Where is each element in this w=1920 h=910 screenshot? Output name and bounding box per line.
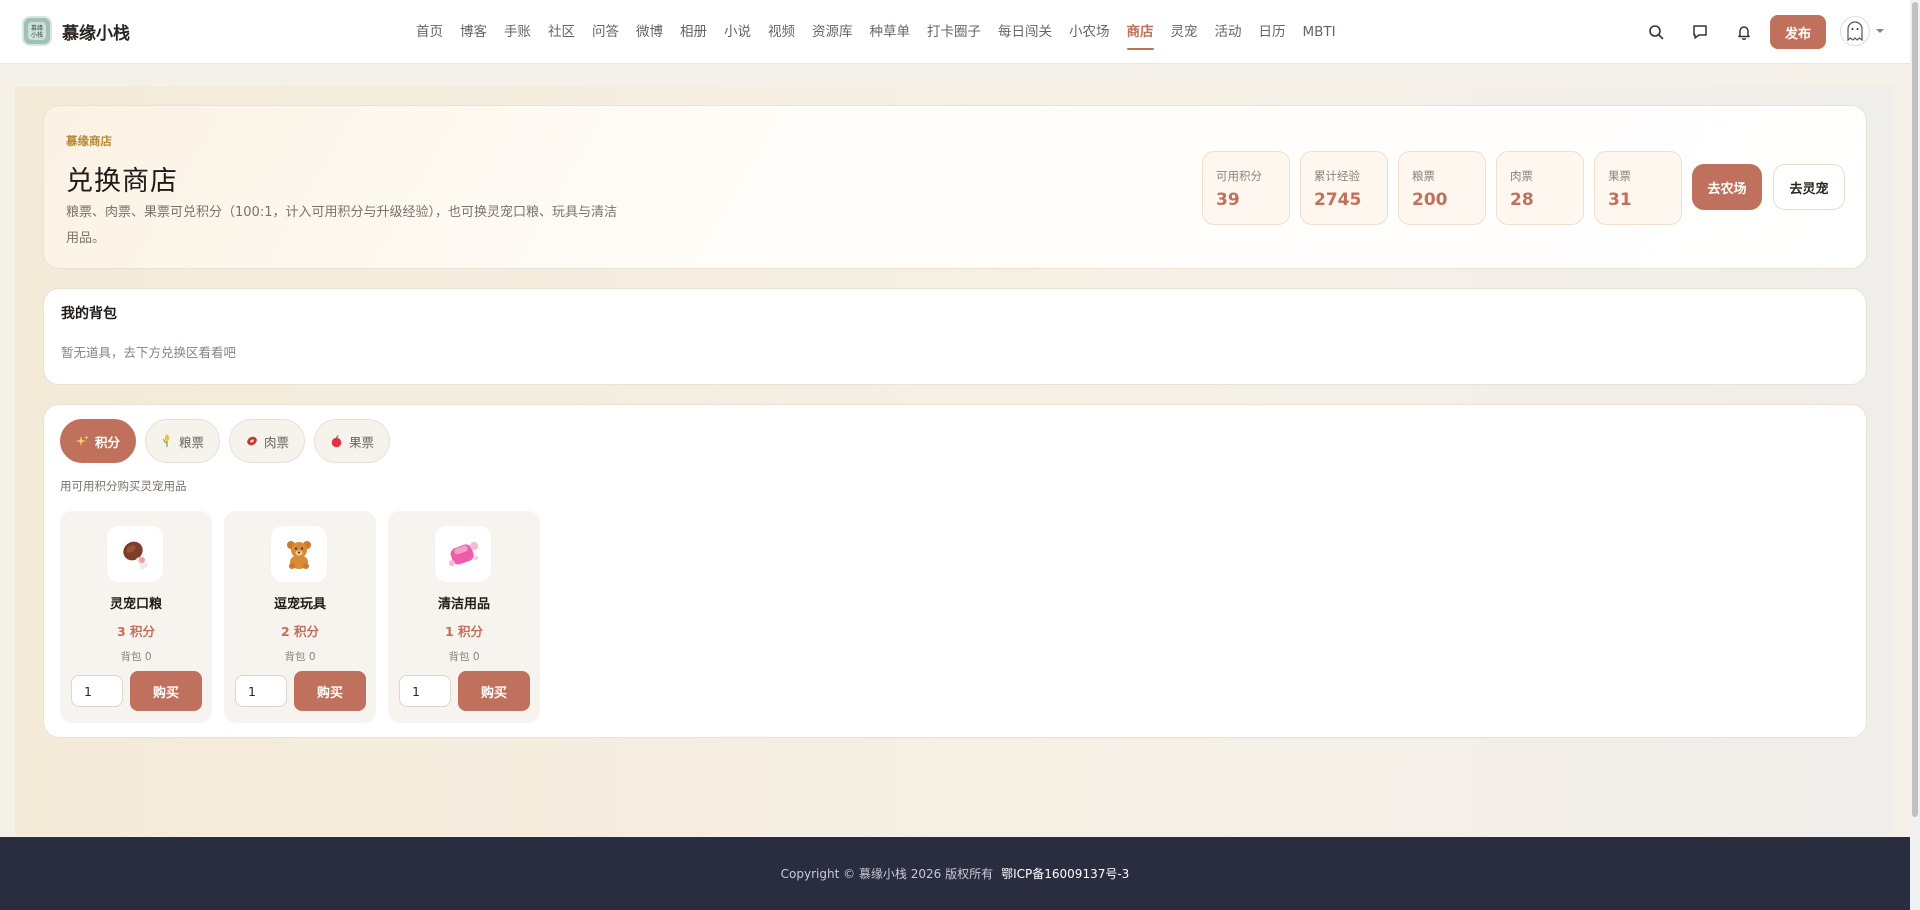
stat-label: 肉票: [1510, 169, 1533, 183]
meat-drumstick-icon: [107, 526, 163, 582]
publish-button[interactable]: 发布: [1770, 15, 1826, 49]
search-icon[interactable]: [1644, 20, 1668, 44]
shop-item-pet-toy: 逗宠玩具 2 积分 背包 0 购买: [224, 511, 376, 723]
tab-label: 果票: [349, 434, 375, 450]
buy-button[interactable]: 购买: [294, 671, 366, 711]
nav-item-blog[interactable]: 博客: [460, 0, 487, 64]
stat-value: 39: [1216, 190, 1240, 210]
item-price: 2 积分: [280, 624, 320, 639]
shop-hint: 用可用积分购买灵宠用品: [60, 479, 187, 493]
nav-item-album[interactable]: 相册: [680, 0, 707, 64]
item-bag-count: 背包 0: [448, 651, 480, 663]
go-farm-button[interactable]: 去农场: [1692, 164, 1762, 210]
svg-text:小栈: 小栈: [31, 31, 43, 39]
quantity-input[interactable]: [71, 675, 123, 707]
shop-hero-card: 慕缘商店 兑换商店 粮票、肉票、果票可兑积分（100:1，计入可用积分与升级经验…: [43, 105, 1867, 269]
stat-label: 粮票: [1412, 169, 1435, 183]
sparkles-icon: [76, 435, 89, 448]
site-logo[interactable]: 慕缘 小栈 慕缘小栈: [22, 16, 130, 46]
stat-label: 累计经验: [1314, 169, 1360, 183]
apple-icon: [330, 434, 343, 448]
top-navbar: 慕缘 小栈 慕缘小栈 首页 博客 手账 社区 问答 微博 相册 小说 视频 资源库…: [0, 0, 1910, 64]
stat-label: 果票: [1608, 169, 1631, 183]
nav-item-video[interactable]: 视频: [768, 0, 795, 64]
item-grid: 灵宠口粮 3 积分 背包 0 购买 逗宠玩具 2 积分 背包 0 购买 清洁用品…: [60, 511, 552, 723]
chevron-down-icon: [1876, 29, 1884, 33]
item-bag-count: 背包 0: [120, 651, 152, 663]
item-name: 灵宠口粮: [109, 597, 162, 612]
tab-label: 肉票: [264, 434, 290, 450]
my-bag-card: 我的背包 暂无道具，去下方兑换区看看吧: [43, 288, 1867, 385]
tab-points[interactable]: 积分: [60, 419, 137, 463]
stat-total-exp: 累计经验 2745: [1300, 151, 1388, 225]
teddy-bear-icon: [271, 526, 327, 582]
copyright-text: Copyright © 慕缘小栈 2026 版权所有: [780, 867, 994, 881]
currency-tabs: 积分 粮票 肉票 果票: [60, 419, 399, 463]
stat-meat-tickets: 肉票 28: [1496, 151, 1584, 225]
shop-item-pet-food: 灵宠口粮 3 积分 背包 0 购买: [60, 511, 212, 723]
icp-link[interactable]: 鄂ICP备16009137号-3: [1001, 865, 1129, 882]
user-menu[interactable]: [1840, 16, 1884, 46]
nav-item-calendar[interactable]: 日历: [1259, 0, 1286, 64]
item-price: 3 积分: [116, 624, 156, 639]
nav-item-shop[interactable]: 商店: [1126, 0, 1154, 64]
nav-item-novel[interactable]: 小说: [724, 0, 751, 64]
go-pet-button[interactable]: 去灵宠: [1773, 164, 1845, 210]
page-title: 兑换商店: [66, 166, 178, 197]
nav-item-journal[interactable]: 手账: [504, 0, 531, 64]
nav-item-daily-challenge[interactable]: 每日闯关: [998, 0, 1052, 64]
ghost-avatar-icon: [1840, 16, 1870, 46]
main-nav: 首页 博客 手账 社区 问答 微博 相册 小说 视频 资源库 种草单 打卡圈子 …: [416, 0, 1353, 64]
bag-title: 我的背包: [61, 306, 117, 322]
stat-fruit-tickets: 果票 31: [1594, 151, 1682, 225]
buy-button[interactable]: 购买: [458, 671, 530, 711]
shop-item-cleaning: 清洁用品 1 积分 背包 0 购买: [388, 511, 540, 723]
bag-empty-text: 暂无道具，去下方兑换区看看吧: [61, 345, 237, 360]
buy-button[interactable]: 购买: [130, 671, 202, 711]
tab-meat[interactable]: 肉票: [229, 419, 306, 463]
nav-item-events[interactable]: 活动: [1215, 0, 1242, 64]
item-name: 清洁用品: [437, 597, 490, 612]
stat-value: 2745: [1314, 190, 1362, 210]
nav-item-home[interactable]: 首页: [416, 0, 443, 64]
stat-value: 31: [1608, 190, 1632, 210]
nav-item-wishlist[interactable]: 种草单: [870, 0, 911, 64]
tab-grain[interactable]: 粮票: [145, 419, 221, 463]
stat-label: 可用积分: [1216, 169, 1262, 183]
stat-grain-tickets: 粮票 200: [1398, 151, 1486, 225]
bell-icon[interactable]: [1732, 20, 1756, 44]
stat-value: 28: [1510, 190, 1534, 210]
nav-item-checkin[interactable]: 打卡圈子: [927, 0, 981, 64]
page-scrollbar[interactable]: [1910, 0, 1920, 910]
svg-text:慕缘: 慕缘: [31, 24, 43, 32]
tab-label: 粮票: [179, 434, 205, 450]
nav-item-mbti[interactable]: MBTI: [1303, 0, 1336, 64]
nav-item-qa[interactable]: 问答: [592, 0, 619, 64]
site-footer: Copyright © 慕缘小栈 2026 版权所有 鄂ICP备16009137…: [0, 837, 1910, 910]
item-bag-count: 背包 0: [284, 651, 316, 663]
nav-item-pet[interactable]: 灵宠: [1171, 0, 1198, 64]
exchange-card: 积分 粮票 肉票 果票 用可用积分购买灵宠用品 灵宠口粮 3 积分 背包 0 1…: [43, 404, 1867, 738]
tab-label: 积分: [95, 434, 121, 450]
message-icon[interactable]: [1688, 20, 1712, 44]
grain-icon: [161, 434, 173, 448]
nav-item-resources[interactable]: 资源库: [812, 0, 853, 64]
hero-kicker: 慕缘商店: [66, 134, 112, 148]
meat-icon: [245, 435, 258, 448]
nav-item-community[interactable]: 社区: [548, 0, 575, 64]
scrollbar-thumb[interactable]: [1912, 2, 1918, 817]
hero-description: 粮票、肉票、果票可兑积分（100:1，计入可用积分与升级经验），也可换灵宠口粮、…: [66, 205, 617, 246]
stat-available-points: 可用积分 39: [1202, 151, 1290, 225]
quantity-input[interactable]: [399, 675, 451, 707]
logo-mark-icon: 慕缘 小栈: [22, 16, 52, 46]
stat-value: 200: [1412, 190, 1448, 210]
soap-icon: [435, 526, 491, 582]
tab-fruit[interactable]: 果票: [314, 419, 391, 463]
item-price: 1 积分: [444, 624, 484, 639]
quantity-input[interactable]: [235, 675, 287, 707]
nav-item-farm[interactable]: 小农场: [1069, 0, 1110, 64]
site-name: 慕缘小栈: [62, 23, 130, 44]
nav-item-weibo[interactable]: 微博: [636, 0, 663, 64]
item-name: 逗宠玩具: [273, 597, 326, 612]
